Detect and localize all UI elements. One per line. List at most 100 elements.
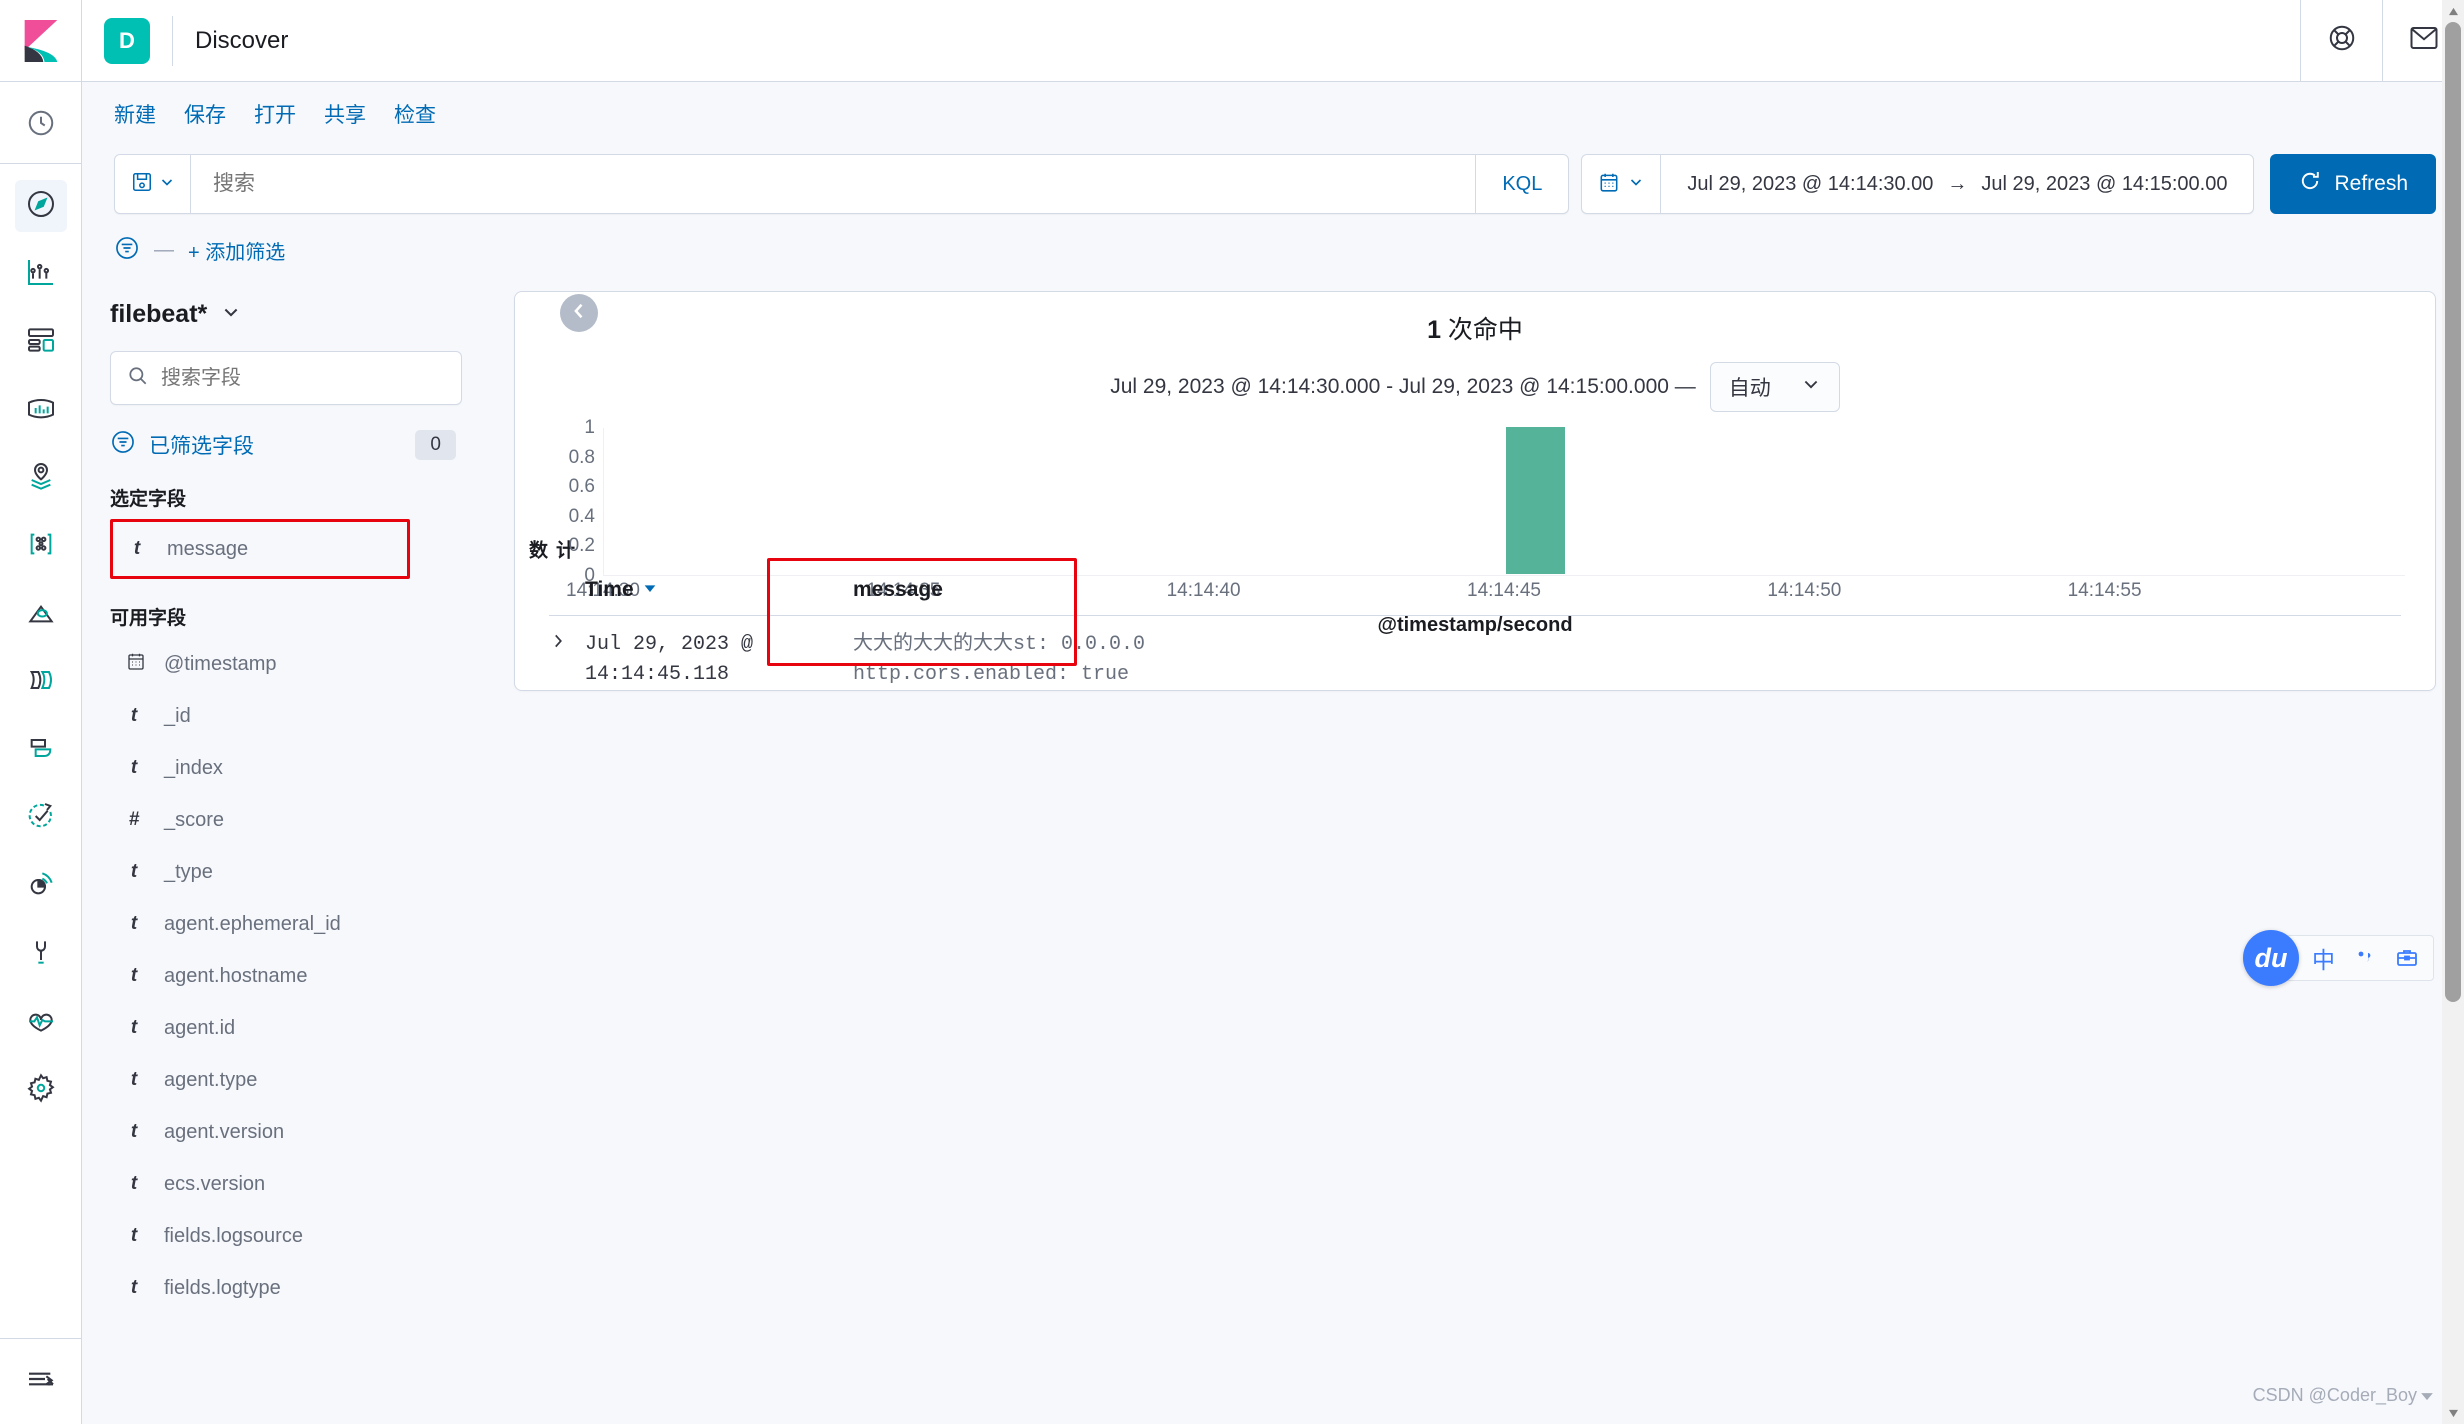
field-item-fields-logsource[interactable]: t fields.logsource [110,1210,456,1262]
toolbox-icon[interactable] [2395,946,2419,970]
sidebar-item-monitoring[interactable] [15,996,67,1048]
chart-plot-area[interactable] [603,428,2405,576]
sidebar-item-management[interactable] [15,1064,67,1116]
nav-new[interactable]: 新建 [114,99,156,129]
nav-open[interactable]: 打开 [254,99,296,129]
heartbeat-icon [25,1004,57,1041]
save-disk-icon [131,171,153,198]
field-item-timestamp[interactable]: @timestamp [110,638,456,690]
nav-save[interactable]: 保存 [184,99,226,129]
nav-share[interactable]: 共享 [324,99,366,129]
sort-desc-icon[interactable] [642,578,658,602]
ime-mode-toggle[interactable]: 中 [2312,941,2335,975]
hits-label: 次命中 [1448,316,1523,344]
field-type-icon: t [126,861,142,883]
field-search-input[interactable] [161,367,445,390]
chevron-right-icon [549,633,567,655]
sidebar-item-infrastructure[interactable] [15,588,67,640]
message-line: http.cors.enabled: true [853,660,2401,690]
field-type-icon: t [126,1069,142,1091]
row-message: 大大的大大的大大st: 0.0.0.0 http.cors.enabled: t… [839,630,2401,690]
refresh-button[interactable]: Refresh [2270,154,2436,214]
scroll-up-button[interactable] [2442,0,2464,22]
table-row[interactable]: Jul 29, 2023 @ 14:14:45.118 大大的大大的大大st: … [549,616,2401,690]
refresh-icon [2298,169,2322,199]
sidebar-item-apm[interactable] [15,860,67,912]
date-end[interactable]: Jul 29, 2023 @ 14:15:00.00 [1981,173,2227,196]
field-item-fields-logtype[interactable]: t fields.logtype [110,1262,456,1314]
date-range-display[interactable]: Jul 29, 2023 @ 14:14:30.00 → Jul 29, 202… [1661,173,2253,196]
field-item-agent-type[interactable]: t agent.type [110,1054,456,1106]
date-start[interactable]: Jul 29, 2023 @ 14:14:30.00 [1687,173,1933,196]
sidebar-item-metrics[interactable] [15,724,67,776]
nav-inspect[interactable]: 检查 [394,99,436,129]
map-marker-icon [25,460,57,497]
field-type-icon: t [126,1017,142,1039]
index-pattern-label: filebeat* [110,300,207,329]
sidebar-item-dev-tools[interactable] [15,928,67,980]
nav-items [15,164,67,1338]
interval-select[interactable]: 自动 [1710,362,1840,412]
sidebar-item-visualize[interactable] [15,248,67,300]
hits-summary: 1 次命中 [515,310,2435,346]
chevron-down-icon [1801,374,1821,400]
field-item-agent-hostname[interactable]: t agent.hostname [110,950,456,1002]
field-item-agent-ephemeral-id[interactable]: t agent.ephemeral_id [110,898,456,950]
sidebar-item-uptime[interactable] [15,792,67,844]
field-name: _type [164,861,213,884]
filtered-fields-toggle[interactable]: 已筛选字段 0 [110,429,456,460]
watermark: CSDN @Coder_Boy [2253,1385,2434,1406]
field-item-id[interactable]: t _id [110,690,456,742]
sidebar-item-dashboard[interactable] [15,316,67,368]
sidebar-collapse-button[interactable] [560,294,598,332]
field-item-score[interactable]: # _score [110,794,456,846]
field-item-ecs-version[interactable]: t ecs.version [110,1158,456,1210]
column-header-time[interactable]: Time [585,578,839,602]
scrollbar-thumb[interactable] [2445,22,2461,1002]
selected-fields-highlight: t message [110,519,410,579]
canvas-icon [25,392,57,429]
help-button[interactable] [2300,0,2382,82]
kibana-discover-app: D Discover [0,0,2464,1424]
discover-results-panel: 1 次命中 Jul 29, 2023 @ 14:14:30.000 - Jul … [514,291,2436,691]
y-tick: 1 [549,417,595,439]
saved-query-button[interactable] [115,155,191,213]
add-filter-button[interactable]: + 添加筛选 [188,236,285,265]
nav-collapse-button[interactable] [0,1338,82,1424]
field-item-message[interactable]: t message [113,522,407,576]
histogram-bar[interactable] [1505,426,1567,575]
punctuation-icon[interactable] [2353,946,2377,970]
recently-viewed-button[interactable] [0,82,82,164]
filtered-fields-label: 已筛选字段 [149,430,254,460]
field-name: fields.logtype [164,1277,281,1300]
filter-icon[interactable] [114,235,140,266]
field-item-type[interactable]: t _type [110,846,456,898]
query-language-button[interactable]: KQL [1475,155,1568,213]
page-scrollbar[interactable] [2442,0,2464,1424]
search-input[interactable] [191,155,1475,213]
date-quick-select-button[interactable] [1582,155,1661,213]
field-item-agent-id[interactable]: t agent.id [110,1002,456,1054]
baidu-ime-logo-icon[interactable]: du [2243,930,2299,986]
kibana-logo-icon[interactable] [0,0,82,82]
column-header-message[interactable]: message [839,578,2401,602]
chart-y-ticks: 1 0.8 0.6 0.4 0.2 0 [545,428,595,576]
global-nav-rail [0,0,82,1424]
sidebar-item-machine-learning[interactable] [15,520,67,572]
sidebar-item-logs[interactable] [15,656,67,708]
field-item-agent-version[interactable]: t agent.version [110,1106,456,1158]
sidebar-item-maps[interactable] [15,452,67,504]
sidebar-item-discover[interactable] [15,180,67,232]
field-name: _index [164,757,223,780]
index-pattern-switcher[interactable]: filebeat* [110,300,456,329]
metrics-icon [25,732,57,769]
sidebar-item-canvas[interactable] [15,384,67,436]
ime-bar: 中 [2285,935,2434,981]
field-type-icon: t [126,1225,142,1247]
field-item-index[interactable]: t _index [110,742,456,794]
range-text: Jul 29, 2023 @ 14:14:30.000 - Jul 29, 20… [1110,375,1696,399]
ml-nodes-icon [25,528,57,565]
scroll-down-button[interactable] [2442,1402,2464,1424]
expand-row-button[interactable] [549,630,585,656]
field-name: _score [164,809,224,832]
